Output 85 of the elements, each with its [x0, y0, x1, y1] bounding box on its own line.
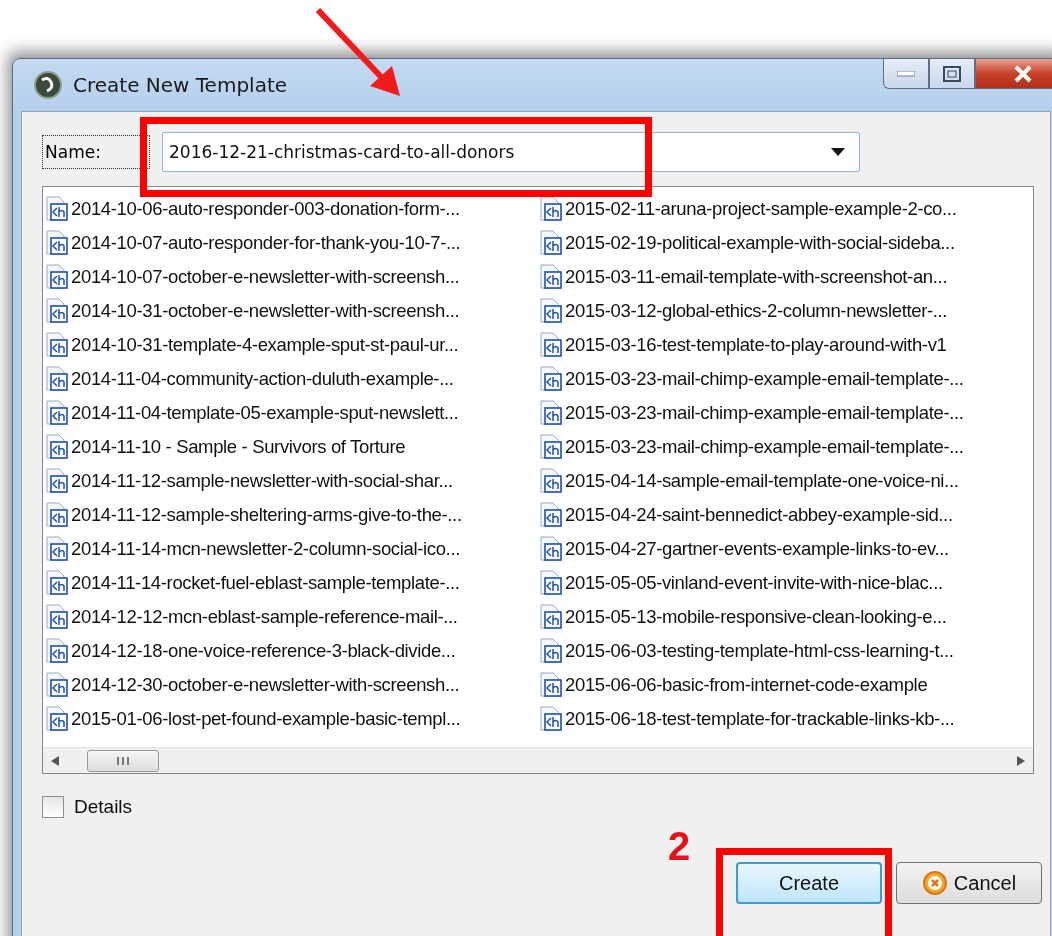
- template-item[interactable]: 2014-10-07-october-e-newsletter-with-screensh...: [71, 266, 460, 288]
- html-file-icon: [45, 638, 69, 664]
- html-file-icon: [539, 672, 563, 698]
- html-file-icon: [539, 604, 563, 630]
- html-file-icon: [539, 638, 563, 664]
- html-file-icon: [45, 536, 69, 562]
- template-item[interactable]: 2014-10-31-october-e-newsletter-with-screensh...: [71, 300, 460, 322]
- cancel-button[interactable]: Cancel: [896, 862, 1042, 904]
- html-file-icon: [45, 196, 69, 222]
- template-item[interactable]: 2015-03-12-global-ethics-2-column-newsletter-...: [565, 300, 948, 322]
- template-item[interactable]: 2014-11-10 - Sample - Survivors of Torture: [71, 436, 406, 458]
- scroll-right-icon[interactable]: [1017, 755, 1025, 766]
- html-file-icon: [539, 400, 563, 426]
- template-item[interactable]: 2014-11-04-template-05-example-sput-newslett...: [71, 402, 459, 424]
- template-item[interactable]: 2015-03-23-mail-chimp-example-email-template-...: [565, 402, 964, 424]
- details-checkbox[interactable]: [42, 796, 64, 818]
- template-item[interactable]: 2015-03-11-email-template-with-screenshot-an...: [565, 266, 948, 288]
- template-item[interactable]: 2014-11-12-sample-sheltering-arms-give-to-the-...: [71, 504, 462, 526]
- maximize-icon: [943, 65, 961, 82]
- window-title: Create New Template: [73, 73, 288, 97]
- template-item[interactable]: 2015-03-23-mail-chimp-example-email-template-...: [565, 368, 964, 390]
- create-button[interactable]: Create: [736, 862, 882, 904]
- html-file-icon: [45, 468, 69, 494]
- close-button[interactable]: [975, 59, 1052, 89]
- template-item[interactable]: 2015-01-06-lost-pet-found-example-basic-templ...: [71, 708, 461, 730]
- html-file-icon: [539, 366, 563, 392]
- html-file-icon: [539, 502, 563, 528]
- name-combobox[interactable]: 2016-12-21-christmas-card-to-all-donors: [162, 132, 860, 172]
- html-file-icon: [539, 332, 563, 358]
- html-file-icon: [539, 264, 563, 290]
- html-file-icon: [539, 706, 563, 732]
- html-file-icon: [45, 366, 69, 392]
- html-file-icon: [539, 536, 563, 562]
- template-item[interactable]: 2015-06-03-testing-template-html-css-learning-t...: [565, 640, 954, 662]
- html-file-icon: [45, 706, 69, 732]
- template-item[interactable]: 2014-12-12-mcn-eblast-sample-reference-mail-...: [71, 606, 458, 628]
- template-item[interactable]: 2014-11-04-community-action-duluth-example-...: [71, 368, 454, 390]
- html-file-icon: [45, 604, 69, 630]
- template-item[interactable]: 2015-02-19-political-example-with-social-sideba...: [565, 232, 955, 254]
- html-file-icon: [539, 434, 563, 460]
- maximize-button[interactable]: [929, 59, 975, 89]
- html-file-icon: [539, 230, 563, 256]
- html-file-icon: [45, 502, 69, 528]
- html-file-icon: [45, 434, 69, 460]
- template-item[interactable]: 2014-11-14-rocket-fuel-eblast-sample-template-...: [71, 572, 460, 594]
- html-file-icon: [45, 332, 69, 358]
- cancel-icon: [921, 870, 948, 896]
- html-file-icon: [45, 400, 69, 426]
- template-item[interactable]: 2014-12-18-one-voice-reference-3-black-divide...: [71, 640, 456, 662]
- step-number: 2: [668, 826, 691, 866]
- template-item[interactable]: 2015-06-06-basic-from-internet-code-example: [565, 674, 928, 696]
- minimize-icon: [897, 70, 915, 77]
- template-item[interactable]: 2015-04-24-saint-bennedict-abbey-example-sid...: [565, 504, 953, 526]
- html-file-icon: [45, 672, 69, 698]
- template-item[interactable]: 2014-11-14-mcn-newsletter-2-column-social-ico...: [71, 538, 460, 560]
- grip-icon: [116, 755, 130, 766]
- template-item[interactable]: 2015-05-13-mobile-responsive-clean-looking-e...: [565, 606, 947, 628]
- template-item[interactable]: 2015-04-14-sample-email-template-one-voice-ni...: [565, 470, 959, 492]
- html-file-icon: [539, 468, 563, 494]
- template-item[interactable]: 2015-06-18-test-template-for-trackable-links-kb-...: [565, 708, 955, 730]
- horizontal-scrollbar[interactable]: [43, 747, 1033, 773]
- template-item[interactable]: 2014-10-06-auto-responder-003-donation-form-...: [71, 198, 460, 220]
- caret-icon: [831, 148, 845, 156]
- html-file-icon: [45, 570, 69, 596]
- template-item[interactable]: 2014-10-07-auto-responder-for-thank-you-10-7-...: [71, 232, 461, 254]
- template-item[interactable]: 2015-02-11-aruna-project-sample-example-2-co...: [565, 198, 957, 220]
- html-file-icon: [539, 196, 563, 222]
- name-label: Name:: [42, 135, 150, 169]
- minimize-button[interactable]: [883, 59, 929, 89]
- html-file-icon: [45, 264, 69, 290]
- template-item[interactable]: 2014-10-31-template-4-example-sput-st-paul-ur...: [71, 334, 459, 356]
- template-item[interactable]: 2015-05-05-vinland-event-invite-with-nice-blac...: [565, 572, 943, 594]
- template-item[interactable]: 2014-11-12-sample-newsletter-with-social-shar...: [71, 470, 453, 492]
- html-file-icon: [45, 230, 69, 256]
- scroll-left-icon[interactable]: [51, 755, 59, 766]
- template-item[interactable]: 2014-12-30-october-e-newsletter-with-screensh...: [71, 674, 460, 696]
- template-item[interactable]: 2015-04-27-gartner-events-example-links-to-ev...: [565, 538, 949, 560]
- details-label: Details: [74, 796, 133, 818]
- template-item[interactable]: 2015-03-16-test-template-to-play-around-with-v1: [565, 334, 947, 356]
- html-file-icon: [539, 298, 563, 324]
- html-file-icon: [45, 298, 69, 324]
- html-file-icon: [539, 570, 563, 596]
- template-item[interactable]: 2015-03-23-mail-chimp-example-email-template-...: [565, 436, 964, 458]
- scroll-thumb[interactable]: [87, 749, 159, 772]
- close-icon: [1013, 64, 1033, 83]
